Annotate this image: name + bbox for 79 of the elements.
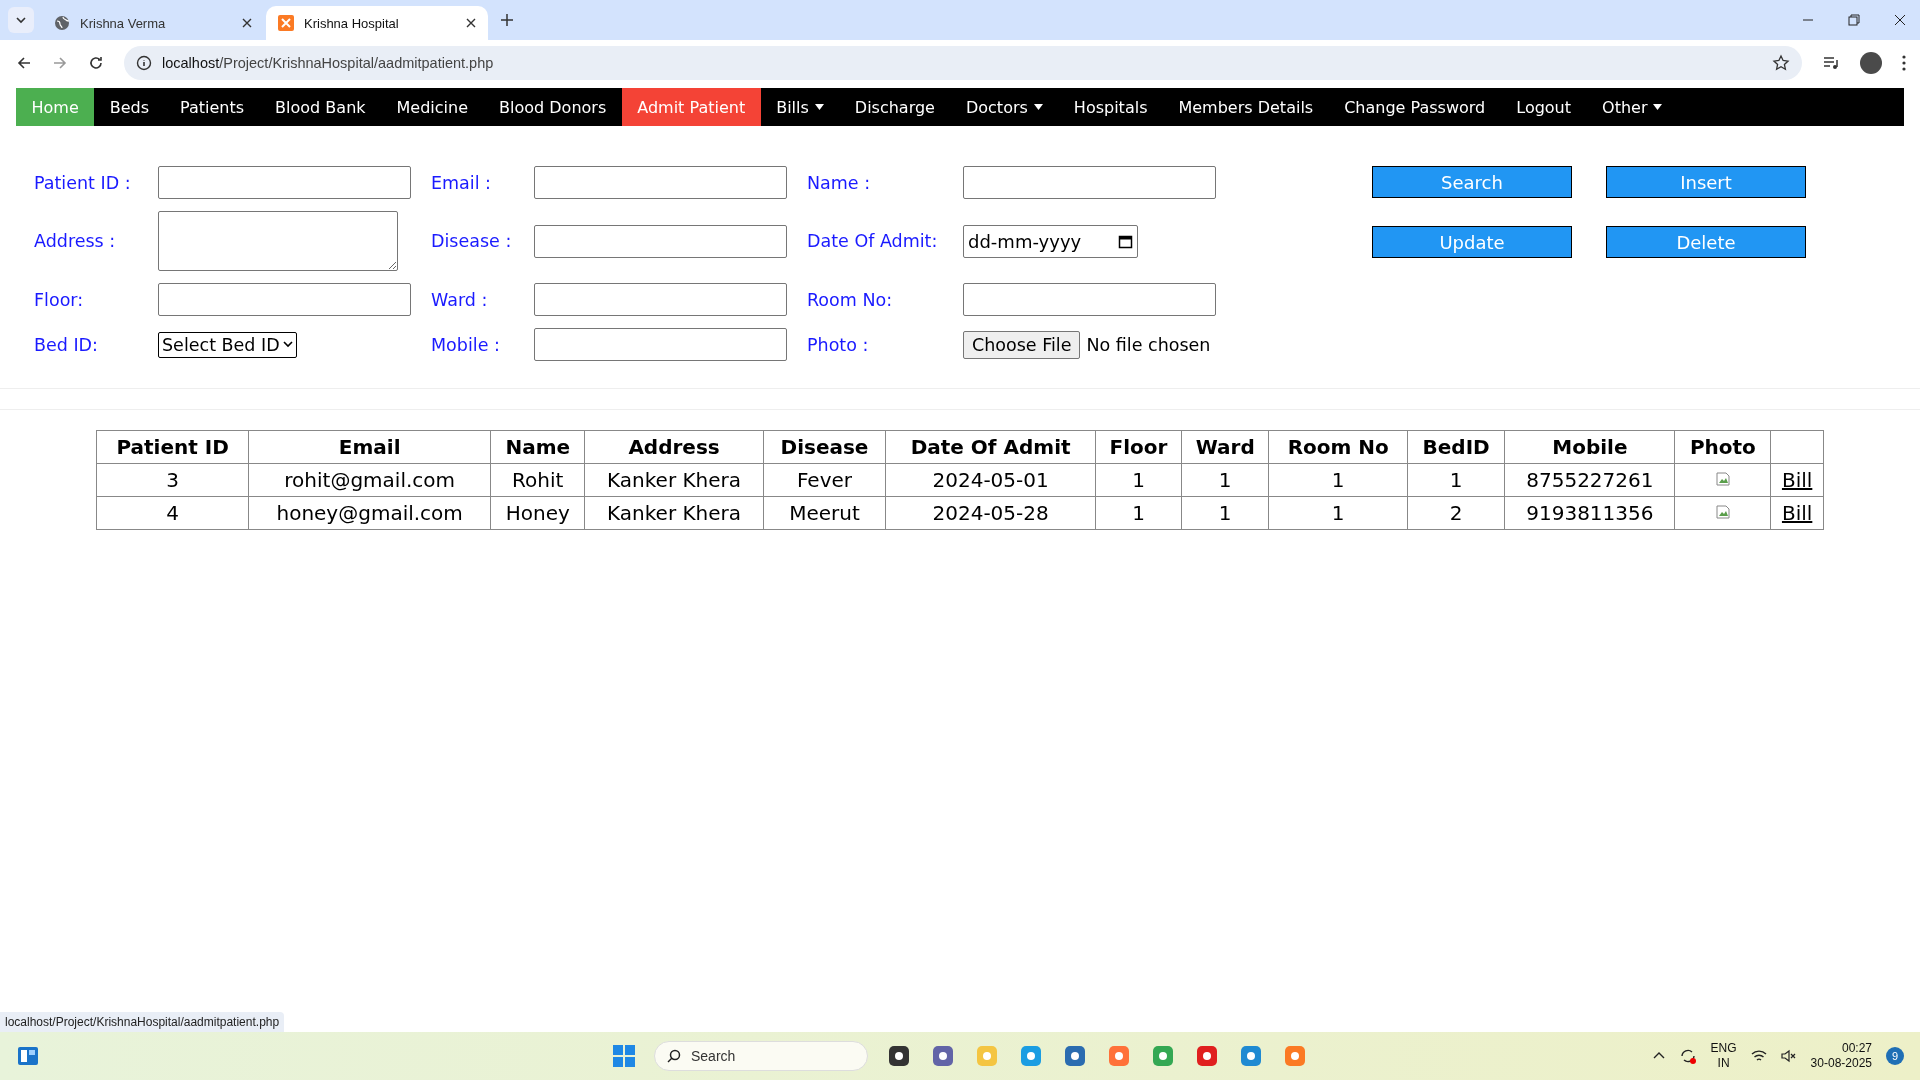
table-cell: 1 (1268, 496, 1408, 530)
table-cell: Honey (490, 496, 585, 530)
column-header: Name (490, 430, 585, 464)
browser-tab[interactable]: Krishna Hospital (266, 6, 488, 40)
table-cell: 1 (1407, 463, 1505, 497)
nav-link[interactable]: Beds (94, 88, 165, 126)
field-label: Patient ID : (34, 172, 132, 193)
nav-link[interactable]: Logout (1500, 88, 1587, 126)
nav-link[interactable]: Members Details (1162, 88, 1329, 126)
url-text: localhost/Project/KrishnaHospital/aadmitpatient.php (162, 55, 495, 71)
bed-id-dropdown[interactable]: Select Bed ID (158, 331, 297, 358)
table-cell: 1 (1181, 496, 1269, 530)
file-status: No file chosen (1086, 334, 1211, 355)
nav-link[interactable]: Medicine (381, 88, 484, 126)
field-label: Email : (431, 172, 492, 193)
choose-file-button[interactable]: Choose File (963, 330, 1081, 359)
nav-link[interactable]: Discharge (839, 88, 951, 126)
table-cell: 9193811356 (1504, 496, 1675, 530)
nav-link[interactable]: Blood Bank (259, 88, 382, 126)
browser-tab[interactable]: Krishna Verma (42, 6, 264, 40)
column-header: Mobile (1504, 430, 1675, 464)
column-header: Ward (1181, 430, 1269, 464)
nav-link[interactable]: Blood Donors (483, 88, 622, 126)
table-cell: Fever (763, 463, 886, 497)
table-cell: 1 (1095, 463, 1182, 497)
table-cell: honey@gmail.com (248, 496, 491, 530)
status-url: localhost/Project/KrishnaHospital/aadmitpatient.php (0, 1012, 285, 1032)
column-header: BedID (1407, 430, 1505, 464)
table-cell: 4 (96, 496, 249, 530)
table-cell: 8755227261 (1504, 463, 1675, 497)
column-header: Patient ID (96, 430, 249, 464)
date-field[interactable]: dd-mm-yyyy (963, 224, 1138, 258)
table-cell: rohit@gmail.com (248, 463, 491, 497)
field-label: Photo : (807, 334, 870, 355)
clock-time[interactable]: 00:27 (1841, 1041, 1872, 1056)
nav-link[interactable]: Doctors (950, 88, 1059, 126)
nav-link[interactable]: Hospitals (1058, 88, 1163, 126)
column-header: Photo (1674, 430, 1771, 464)
language-label[interactable]: ENG (1710, 1041, 1737, 1056)
tab-title: Krishna Verma (80, 15, 167, 31)
column-header: Date Of Admit (885, 430, 1096, 464)
table-cell: Rohit (490, 463, 585, 497)
table-cell: 2024-05-28 (885, 496, 1096, 530)
field-label: Room No: (807, 289, 894, 310)
nav-link[interactable]: Change Password (1328, 88, 1501, 126)
table-cell: 1 (1095, 496, 1182, 530)
field-label: Date Of Admit: (807, 231, 939, 251)
table-cell: Kanker Khera (584, 496, 764, 530)
table-cell: Kanker Khera (584, 463, 764, 497)
field-label: Address : (34, 231, 117, 251)
date-placeholder: dd-mm-yyyy (968, 230, 1082, 252)
notification-badge[interactable]: 9 (1886, 1047, 1904, 1065)
column-header: Room No (1268, 430, 1408, 464)
field-label: Name : (807, 172, 872, 193)
taskbar-search-field[interactable]: Search (654, 1041, 868, 1071)
table-cell: 1 (1181, 463, 1269, 497)
field-label: Ward : (431, 289, 489, 310)
table-cell: 2024-05-01 (885, 463, 1096, 497)
region-label[interactable]: IN (1717, 1056, 1730, 1071)
nav-link[interactable]: Bills (760, 88, 840, 126)
field-label: Bed ID: (34, 334, 99, 355)
nav-link[interactable]: Admit Patient (621, 88, 761, 126)
search-placeholder: Search (691, 1048, 736, 1064)
column-header: Disease (763, 430, 886, 464)
nav-link[interactable]: Patients (164, 88, 260, 126)
tab-title: Krishna Hospital (304, 15, 400, 31)
table-cell: Meerut (763, 496, 886, 530)
table-cell: 3 (96, 463, 249, 497)
address-bar[interactable]: localhost/Project/KrishnaHospital/aadmitpatient.php (124, 46, 1802, 80)
field-label: Floor: (34, 289, 85, 310)
clock-date[interactable]: 30-08-2025 (1810, 1056, 1872, 1071)
nav-link[interactable]: Other (1586, 88, 1678, 126)
field-label: Mobile : (431, 334, 501, 355)
field-label: Disease : (431, 231, 513, 251)
column-header: Address (584, 430, 764, 464)
column-header: Email (248, 430, 491, 464)
column-header: Floor (1095, 430, 1182, 464)
table-cell: 1 (1268, 463, 1408, 497)
table-cell: 2 (1407, 496, 1505, 530)
